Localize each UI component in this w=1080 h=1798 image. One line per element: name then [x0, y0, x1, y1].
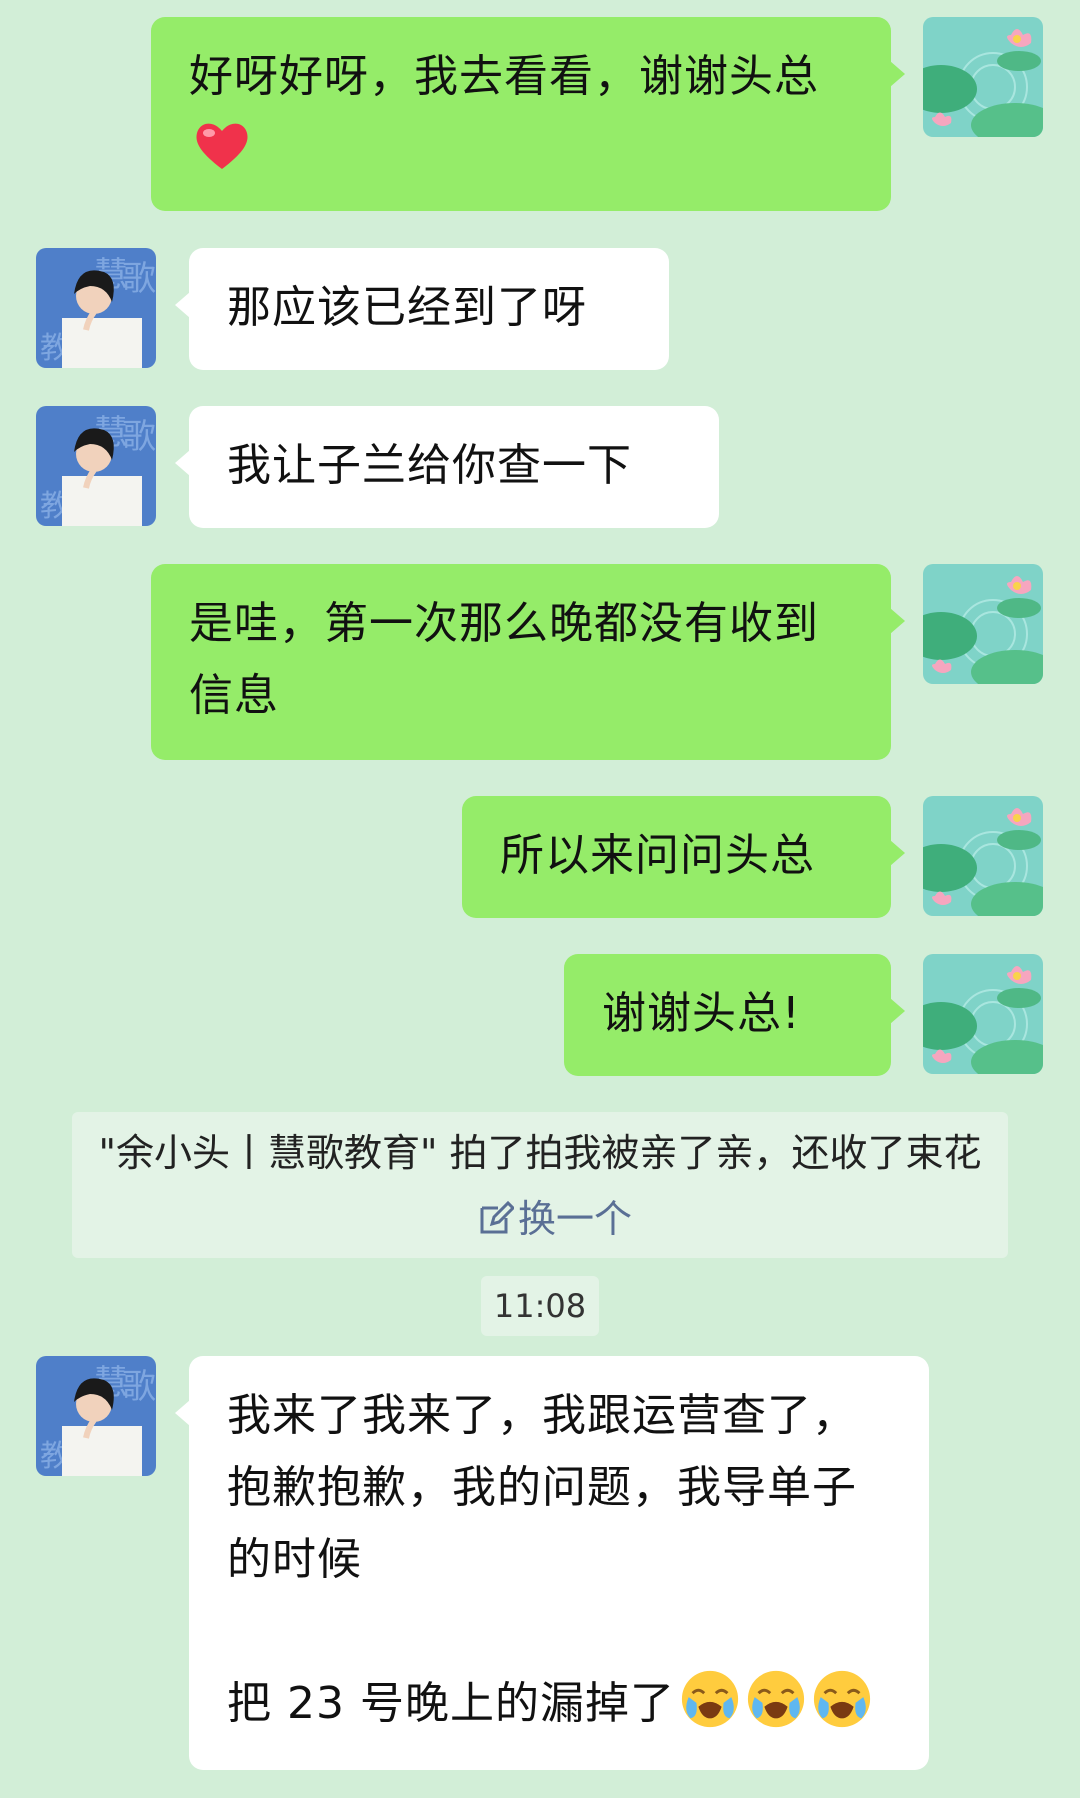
message-line: 把 23 号晚上的漏掉了 [227, 1668, 893, 1740]
heart-icon [196, 123, 248, 169]
contact-avatar[interactable] [36, 1356, 156, 1476]
message-text: 把 23 号晚上的漏掉了 [227, 1678, 675, 1729]
crying-face-icon [745, 1668, 807, 1730]
contact-message-bubble[interactable]: 我让子兰给你查一下 [175, 406, 719, 528]
my-message-bubble[interactable]: 所以来问问头总 [462, 796, 905, 918]
my-avatar[interactable] [923, 17, 1043, 137]
change-pat-button[interactable]: 换一个 [518, 1197, 632, 1241]
timestamp: 11:08 [481, 1276, 599, 1336]
message-text: 好呀好呀，我去看看，谢谢头总 [189, 51, 819, 102]
message-text: 我让子兰给你查一下 [227, 440, 632, 491]
crying-face-icon [679, 1668, 741, 1730]
contact-avatar[interactable] [36, 248, 156, 368]
contact-avatar[interactable] [36, 406, 156, 526]
my-message-bubble[interactable]: 谢谢头总! [564, 954, 905, 1076]
edit-icon[interactable] [478, 1200, 514, 1236]
pat-notice-text: "余小头丨慧歌教育" 拍了拍我被亲了亲，还收了束花 [98, 1131, 982, 1175]
my-avatar[interactable] [923, 954, 1043, 1074]
message-text: 我来了我来了，我跟运营查了，抱歉抱歉，我的问题，我导单子的时候 [227, 1390, 857, 1585]
contact-message-bubble[interactable]: 那应该已经到了呀 [175, 248, 669, 370]
message-text: 是哇，第一次那么晚都没有收到信息 [189, 598, 819, 721]
message-text: 谢谢头总! [602, 988, 801, 1039]
my-avatar[interactable] [923, 564, 1043, 684]
message-text: 所以来问问头总 [500, 830, 815, 881]
message-text: 那应该已经到了呀 [227, 282, 587, 333]
my-message-bubble[interactable]: 好呀好呀，我去看看，谢谢头总 [151, 17, 905, 211]
my-avatar[interactable] [923, 796, 1043, 916]
my-message-bubble[interactable]: 是哇，第一次那么晚都没有收到信息 [151, 564, 905, 760]
crying-face-icon [811, 1668, 873, 1730]
pat-notice: "余小头丨慧歌教育" 拍了拍我被亲了亲，还收了束花换一个 [72, 1112, 1008, 1258]
contact-message-bubble[interactable]: 我来了我来了，我跟运营查了，抱歉抱歉，我的问题，我导单子的时候 把 23 号晚上… [175, 1356, 929, 1770]
